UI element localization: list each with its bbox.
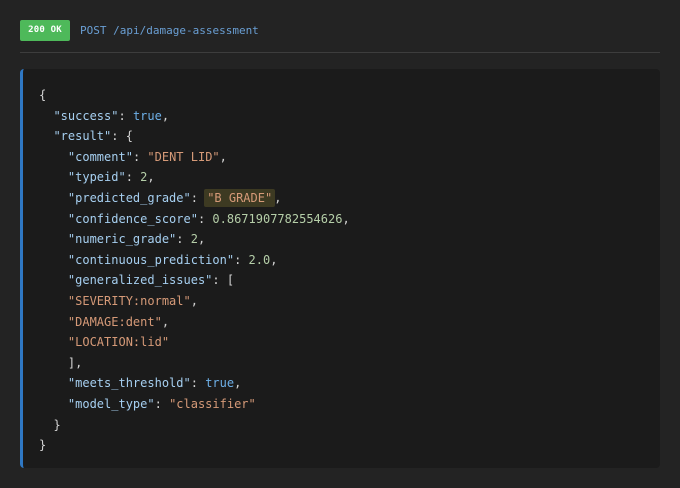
json-value: true	[205, 376, 235, 391]
json-value: true	[132, 108, 162, 123]
code-line: "predicted_grade": "B GRADE",	[67, 188, 282, 207]
code-line: "SEVERITY:normal",	[67, 293, 198, 308]
json-key: "success"	[53, 108, 119, 123]
code-line: "confidence_score": 0.8671907782554626,	[67, 211, 350, 226]
code-line: "comment": "DENT LID",	[67, 149, 227, 164]
code-line: "success": true,	[53, 108, 170, 123]
json-value: 2	[190, 232, 198, 247]
code-line: {	[39, 88, 47, 102]
code-line: "DAMAGE:dent",	[67, 314, 170, 329]
json-value: 2	[140, 170, 148, 185]
json-array-item: "LOCATION:lid"	[67, 335, 170, 350]
json-code: { "success": true, "result": { "comment"…	[39, 85, 650, 456]
code-line: "numeric_grade": 2,	[67, 232, 206, 247]
json-array-item: "SEVERITY:normal"	[67, 293, 191, 308]
json-value: "classifier"	[169, 396, 256, 411]
code-line: "result": {	[53, 129, 133, 144]
endpoint-label: POST /api/damage-assessment	[80, 24, 259, 37]
json-key: "result"	[53, 129, 112, 144]
code-line: }	[39, 417, 61, 432]
json-key: "numeric_grade"	[67, 232, 177, 247]
json-array-item: "DAMAGE:dent"	[67, 314, 162, 329]
predicted-grade-highlight: "B GRADE"	[204, 188, 276, 207]
json-value: 2.0	[248, 252, 271, 267]
code-line: }	[39, 438, 47, 453]
response-header: 200 OK POST /api/damage-assessment	[20, 20, 660, 53]
code-line: "meets_threshold": true,	[67, 376, 242, 391]
json-key: "predicted_grade"	[67, 190, 191, 205]
status-badge: 200 OK	[20, 20, 70, 41]
json-value: 0.8671907782554626	[212, 211, 343, 226]
json-key: "continuous_prediction"	[67, 252, 235, 267]
json-key: "typeid"	[67, 170, 126, 185]
code-line: ],	[39, 355, 83, 370]
json-key: "generalized_issues"	[67, 273, 213, 288]
code-line: "LOCATION:lid"	[39, 332, 650, 353]
code-line: "continuous_prediction": 2.0,	[67, 252, 278, 267]
json-response-panel: { "success": true, "result": { "comment"…	[20, 69, 660, 468]
json-key: "confidence_score"	[67, 211, 198, 226]
code-line: "generalized_issues": [	[67, 273, 235, 288]
json-value: "DENT LID"	[147, 149, 220, 164]
json-key: "model_type"	[67, 396, 155, 411]
code-line: "model_type": "classifier"	[67, 396, 256, 411]
json-key: "meets_threshold"	[67, 376, 191, 391]
json-key: "comment"	[67, 149, 133, 164]
code-line: "typeid": 2,	[67, 170, 155, 185]
